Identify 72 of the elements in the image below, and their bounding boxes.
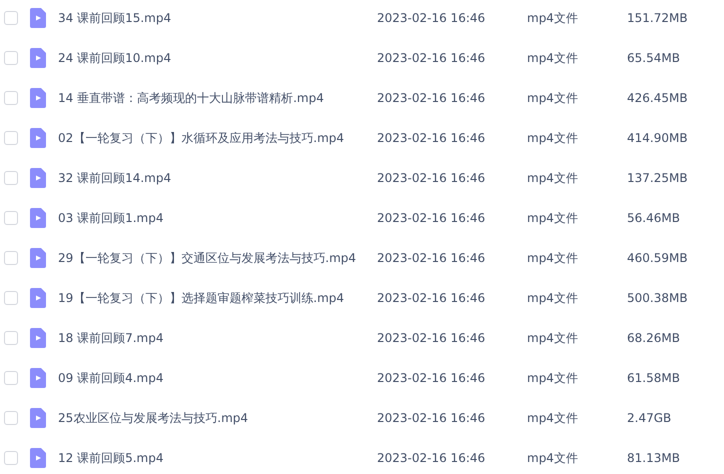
file-size: 2.47GB [627,411,672,425]
video-file-icon [30,288,46,308]
modified-time: 2023-02-16 16:46 [377,51,486,65]
file-type: mp4文件 [527,170,579,186]
video-file-icon [30,208,46,228]
checkbox[interactable] [4,291,18,305]
checkbox[interactable] [4,91,18,105]
file-size: 137.25MB [627,171,688,185]
modified-time: 2023-02-16 16:46 [377,371,486,385]
video-file-icon [30,88,46,108]
modified-time: 2023-02-16 16:46 [377,11,486,25]
file-size: 414.90MB [627,131,688,145]
file-name[interactable]: 25农业区位与发展考法与技巧.mp4 [58,410,377,426]
file-type: mp4文件 [527,130,579,146]
file-name[interactable]: 12 课前回顾5.mp4 [58,450,377,466]
modified-time: 2023-02-16 16:46 [377,171,486,185]
file-type: mp4文件 [527,250,579,266]
file-name[interactable]: 09 课前回顾4.mp4 [58,370,377,386]
video-file-icon [30,328,46,348]
file-size: 65.54MB [627,51,680,65]
file-size: 81.13MB [627,451,680,465]
modified-time: 2023-02-16 16:46 [377,131,486,145]
file-name[interactable]: 14 垂直带谱：高考频现的十大山脉带谱精析.mp4 [58,90,377,106]
file-name[interactable]: 32 课前回顾14.mp4 [58,170,377,186]
video-file-icon [30,248,46,268]
file-size: 460.59MB [627,251,688,265]
checkbox[interactable] [4,451,18,465]
video-file-icon [30,48,46,68]
checkbox[interactable] [4,131,18,145]
checkbox[interactable] [4,211,18,225]
file-name[interactable]: 34 课前回顾15.mp4 [58,10,377,26]
modified-time: 2023-02-16 16:46 [377,451,486,465]
file-name[interactable]: 03 课前回顾1.mp4 [58,210,377,226]
checkbox[interactable] [4,331,18,345]
modified-time: 2023-02-16 16:46 [377,411,486,425]
file-size: 151.72MB [627,11,688,25]
file-type: mp4文件 [527,90,579,106]
file-type: mp4文件 [527,330,579,346]
file-size: 56.46MB [627,211,680,225]
file-size: 426.45MB [627,91,688,105]
file-name[interactable]: 02【一轮复习（下）】水循环及应用考法与技巧.mp4 [58,130,377,146]
video-file-icon [30,448,46,468]
file-type: mp4文件 [527,50,579,66]
file-name[interactable]: 24 课前回顾10.mp4 [58,50,377,66]
file-type: mp4文件 [527,370,579,386]
modified-time: 2023-02-16 16:46 [377,331,486,345]
checkbox[interactable] [4,411,18,425]
file-size: 68.26MB [627,331,680,345]
file-name[interactable]: 18 课前回顾7.mp4 [58,330,377,346]
modified-time: 2023-02-16 16:46 [377,211,486,225]
file-type: mp4文件 [527,410,579,426]
file-type: mp4文件 [527,450,579,466]
modified-time: 2023-02-16 16:46 [377,291,486,305]
file-name[interactable]: 19【一轮复习（下）】选择题审题榨菜技巧训练.mp4 [58,290,377,306]
video-file-icon [30,408,46,428]
video-file-icon [30,128,46,148]
file-type: mp4文件 [527,10,579,26]
checkbox[interactable] [4,251,18,265]
modified-time: 2023-02-16 16:46 [377,251,486,265]
modified-time: 2023-02-16 16:46 [377,91,486,105]
file-size: 61.58MB [627,371,680,385]
checkbox[interactable] [4,51,18,65]
checkbox[interactable] [4,371,18,385]
video-file-icon [30,8,46,28]
file-type: mp4文件 [527,290,579,306]
file-type: mp4文件 [527,210,579,226]
video-file-icon [30,168,46,188]
video-file-icon [30,368,46,388]
checkbox[interactable] [4,11,18,25]
file-name[interactable]: 29【一轮复习（下）】交通区位与发展考法与技巧.mp4 [58,250,377,266]
file-size: 500.38MB [627,291,688,305]
checkbox[interactable] [4,171,18,185]
